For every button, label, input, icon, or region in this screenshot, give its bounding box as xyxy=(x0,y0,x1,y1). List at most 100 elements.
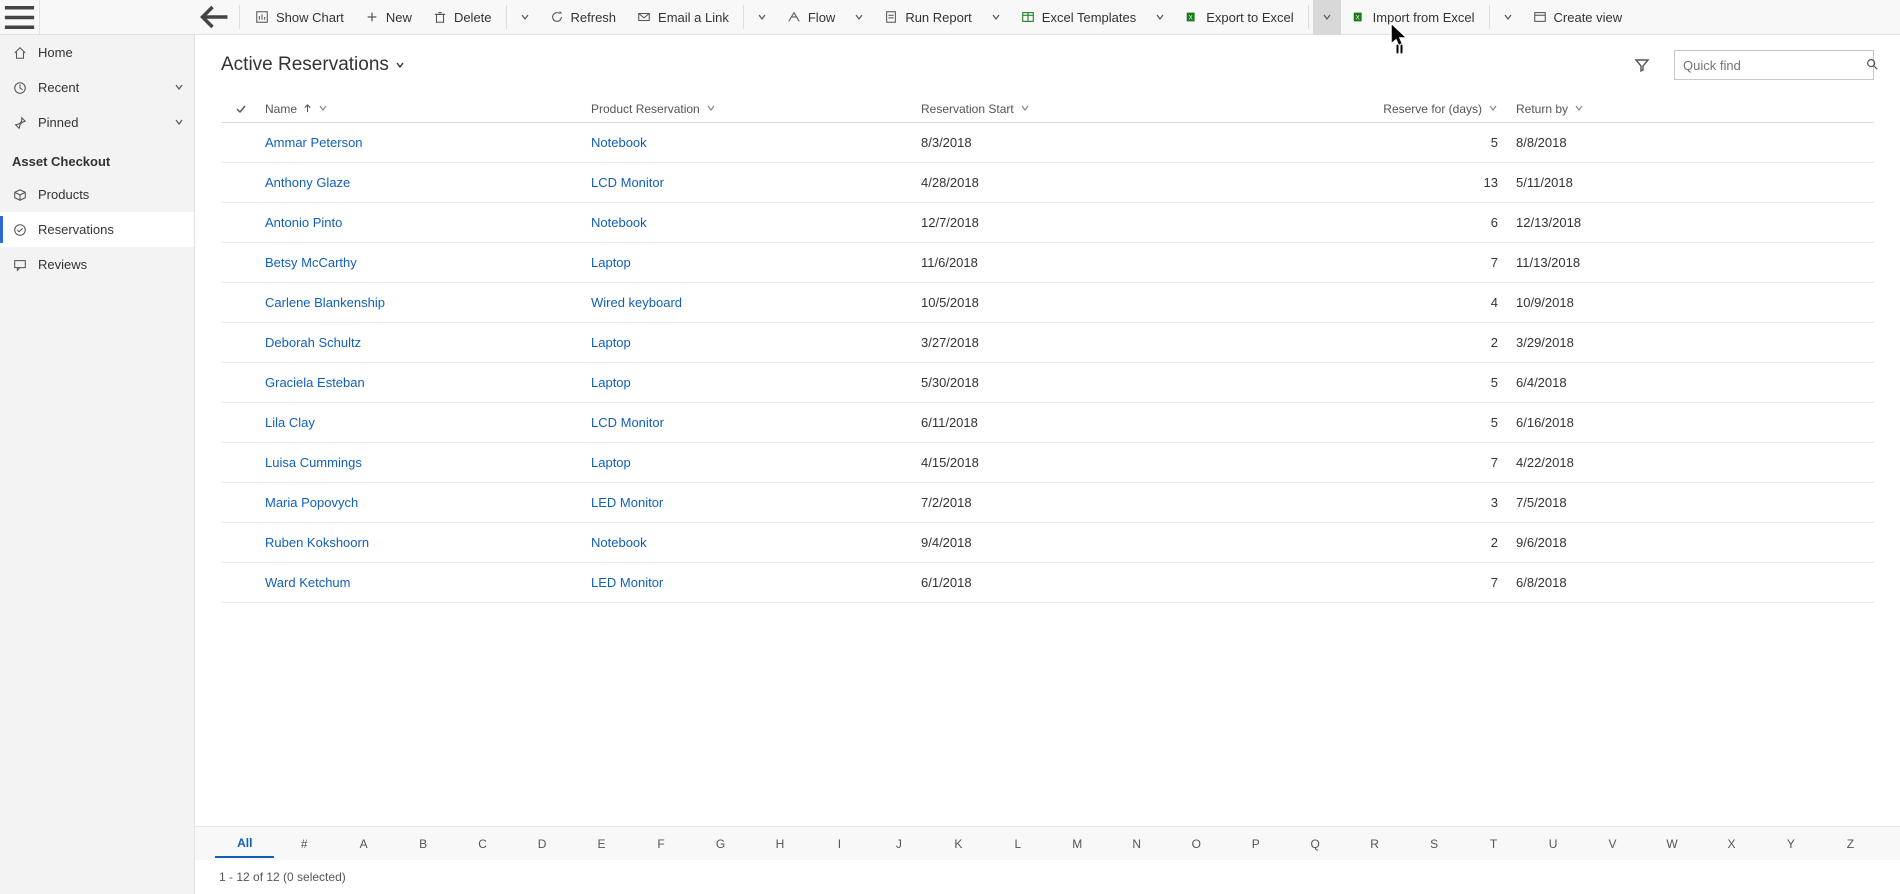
table-row[interactable]: Graciela EstebanLaptop5/30/201856/4/2018 xyxy=(221,363,1874,403)
quick-find-input[interactable] xyxy=(1683,58,1859,73)
alpha-jump-y[interactable]: Y xyxy=(1761,831,1820,857)
import-excel-dropdown[interactable] xyxy=(1494,0,1522,35)
nav-pinned[interactable]: Pinned xyxy=(0,105,194,140)
alpha-jump-h[interactable]: H xyxy=(750,831,809,857)
alpha-jump-v[interactable]: V xyxy=(1583,831,1642,857)
table-row[interactable]: Maria PopovychLED Monitor7/2/201837/5/20… xyxy=(221,483,1874,523)
table-row[interactable]: Ruben KokshoornNotebook9/4/201829/6/2018 xyxy=(221,523,1874,563)
cell-product[interactable]: LCD Monitor xyxy=(591,415,921,430)
view-selector[interactable]: Active Reservations xyxy=(221,54,405,76)
cell-product[interactable]: Laptop xyxy=(591,375,921,390)
flow-dropdown[interactable] xyxy=(845,0,873,35)
export-excel-button[interactable]: X Export to Excel xyxy=(1174,0,1303,35)
alpha-jump-q[interactable]: Q xyxy=(1285,831,1344,857)
cell-name[interactable]: Antonio Pinto xyxy=(261,215,591,230)
cell-product[interactable]: LCD Monitor xyxy=(591,175,921,190)
delete-dropdown[interactable] xyxy=(511,0,539,35)
cell-name[interactable]: Maria Popovych xyxy=(261,495,591,510)
run-report-button[interactable]: Run Report xyxy=(873,0,981,35)
cell-product[interactable]: Notebook xyxy=(591,215,921,230)
table-row[interactable]: Antonio PintoNotebook12/7/2018612/13/201… xyxy=(221,203,1874,243)
cell-name[interactable]: Graciela Esteban xyxy=(261,375,591,390)
create-view-button[interactable]: Create view xyxy=(1522,0,1633,35)
cell-name[interactable]: Luisa Cummings xyxy=(261,455,591,470)
alpha-jump-o[interactable]: O xyxy=(1167,831,1226,857)
excel-templates-button[interactable]: Excel Templates xyxy=(1010,0,1146,35)
table-row[interactable]: Betsy McCarthyLaptop11/6/2018711/13/2018 xyxy=(221,243,1874,283)
cell-name[interactable]: Anthony Glaze xyxy=(261,175,591,190)
column-header-return[interactable]: Return by xyxy=(1516,102,1874,116)
alpha-jump-r[interactable]: R xyxy=(1345,831,1404,857)
cell-name[interactable]: Betsy McCarthy xyxy=(261,255,591,270)
cell-product[interactable]: Laptop xyxy=(591,335,921,350)
column-header-name[interactable]: Name xyxy=(261,102,591,116)
alpha-jump-d[interactable]: D xyxy=(512,831,571,857)
alpha-jump-s[interactable]: S xyxy=(1404,831,1463,857)
quick-find-container[interactable] xyxy=(1674,50,1874,80)
alpha-jump-t[interactable]: T xyxy=(1464,831,1523,857)
table-row[interactable]: Ammar PetersonNotebook8/3/201858/8/2018 xyxy=(221,123,1874,163)
cell-name[interactable]: Carlene Blankenship xyxy=(261,295,591,310)
alpha-jump-i[interactable]: I xyxy=(810,831,869,857)
cell-name[interactable]: Lila Clay xyxy=(261,415,591,430)
alpha-jump-n[interactable]: N xyxy=(1107,831,1166,857)
cell-product[interactable]: LED Monitor xyxy=(591,495,921,510)
column-header-days[interactable]: Reserve for (days) xyxy=(1251,102,1516,116)
cell-name[interactable]: Deborah Schultz xyxy=(261,335,591,350)
hamburger-button[interactable] xyxy=(0,0,40,35)
alpha-jump-b[interactable]: B xyxy=(393,831,452,857)
table-row[interactable]: Deborah SchultzLaptop3/27/201823/29/2018 xyxy=(221,323,1874,363)
alpha-jump-j[interactable]: J xyxy=(869,831,928,857)
nav-reviews[interactable]: Reviews xyxy=(0,247,194,282)
delete-button[interactable]: Delete xyxy=(422,0,502,35)
alpha-jump-e[interactable]: E xyxy=(572,831,631,857)
cell-product[interactable]: Wired keyboard xyxy=(591,295,921,310)
cell-product[interactable]: Notebook xyxy=(591,135,921,150)
alpha-jump-#[interactable]: # xyxy=(274,831,333,857)
alpha-jump-w[interactable]: W xyxy=(1642,831,1701,857)
cell-product[interactable]: Laptop xyxy=(591,455,921,470)
nav-recent[interactable]: Recent xyxy=(0,70,194,105)
alpha-jump-k[interactable]: K xyxy=(929,831,988,857)
cell-name[interactable]: Ruben Kokshoorn xyxy=(261,535,591,550)
show-chart-button[interactable]: Show Chart xyxy=(244,0,354,35)
cell-name[interactable]: Ammar Peterson xyxy=(261,135,591,150)
alpha-jump-z[interactable]: Z xyxy=(1821,831,1880,857)
table-row[interactable]: Lila ClayLCD Monitor6/11/201856/16/2018 xyxy=(221,403,1874,443)
alpha-jump-g[interactable]: G xyxy=(691,831,750,857)
table-row[interactable]: Anthony GlazeLCD Monitor4/28/2018135/11/… xyxy=(221,163,1874,203)
back-button[interactable] xyxy=(195,0,235,35)
alpha-jump-a[interactable]: A xyxy=(334,831,393,857)
new-button[interactable]: New xyxy=(354,0,422,35)
alpha-jump-m[interactable]: M xyxy=(1048,831,1107,857)
alpha-jump-x[interactable]: X xyxy=(1702,831,1761,857)
column-header-product[interactable]: Product Reservation xyxy=(591,102,921,116)
alpha-jump-c[interactable]: C xyxy=(453,831,512,857)
nav-reservations[interactable]: Reservations xyxy=(0,212,194,247)
search-icon[interactable] xyxy=(1865,57,1879,74)
cell-product[interactable]: Notebook xyxy=(591,535,921,550)
refresh-button[interactable]: Refresh xyxy=(539,0,627,35)
email-link-button[interactable]: Email a Link xyxy=(626,0,739,35)
column-header-start[interactable]: Reservation Start xyxy=(921,102,1251,116)
cell-product[interactable]: Laptop xyxy=(591,255,921,270)
cell-name[interactable]: Ward Ketchum xyxy=(261,575,591,590)
alpha-jump-f[interactable]: F xyxy=(631,831,690,857)
email-link-dropdown[interactable] xyxy=(748,0,776,35)
nav-products[interactable]: Products xyxy=(0,177,194,212)
alpha-jump-p[interactable]: P xyxy=(1226,831,1285,857)
filter-button[interactable] xyxy=(1626,49,1658,81)
run-report-dropdown[interactable] xyxy=(982,0,1010,35)
alpha-jump-u[interactable]: U xyxy=(1523,831,1582,857)
table-row[interactable]: Luisa CummingsLaptop4/15/201874/22/2018 xyxy=(221,443,1874,483)
table-row[interactable]: Carlene BlankenshipWired keyboard10/5/20… xyxy=(221,283,1874,323)
cell-product[interactable]: LED Monitor xyxy=(591,575,921,590)
excel-templates-dropdown[interactable] xyxy=(1146,0,1174,35)
import-excel-button[interactable]: X Import from Excel xyxy=(1341,0,1485,35)
alpha-jump-l[interactable]: L xyxy=(988,831,1047,857)
flow-button[interactable]: Flow xyxy=(776,0,845,35)
export-excel-dropdown[interactable] xyxy=(1313,0,1341,35)
nav-home[interactable]: Home xyxy=(0,35,194,70)
table-row[interactable]: Ward KetchumLED Monitor6/1/201876/8/2018 xyxy=(221,563,1874,603)
alpha-jump-all[interactable]: All xyxy=(215,830,274,858)
